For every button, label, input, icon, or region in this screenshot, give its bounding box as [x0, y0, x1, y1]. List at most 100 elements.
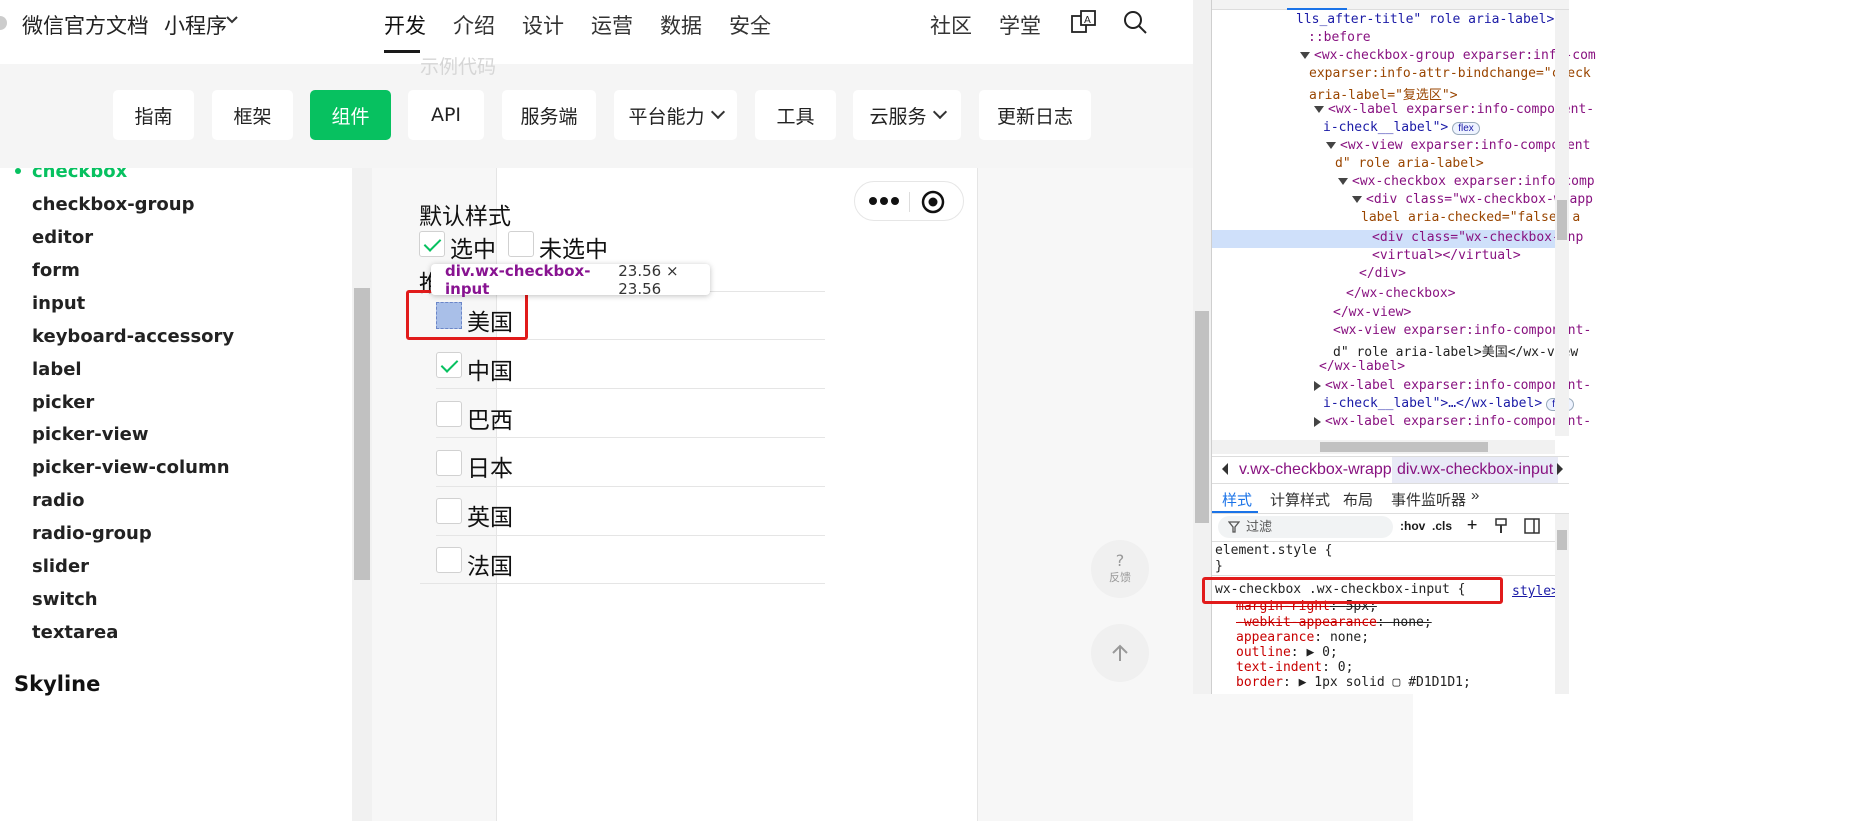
sidebar-item-label[interactable]: label: [32, 359, 82, 380]
search-icon[interactable]: [1121, 8, 1151, 38]
dom-line[interactable]: <wx-checkbox-group exparser:info-com: [1300, 48, 1596, 63]
back-to-top-button[interactable]: [1091, 624, 1149, 682]
breadcrumb-item-input[interactable]: div.wx-checkbox-input: [1392, 457, 1559, 483]
sidebar-item-picker[interactable]: picker: [32, 392, 94, 413]
nav-academy[interactable]: 学堂: [999, 10, 1041, 40]
tab-event-listeners[interactable]: 事件监听器: [1391, 489, 1466, 510]
sidebar-item-editor[interactable]: editor: [32, 227, 93, 248]
flex-badge[interactable]: flex: [1452, 122, 1480, 135]
nav-security[interactable]: 安全: [729, 10, 771, 40]
dom-line[interactable]: i-check__label"> flex: [1323, 120, 1480, 135]
collapse-triangle-icon[interactable]: [1314, 416, 1321, 427]
element-style-rule[interactable]: element.style {: [1215, 543, 1332, 558]
sidebar-item-checkbox-group[interactable]: checkbox-group: [32, 194, 195, 215]
checkbox-brazil[interactable]: [436, 401, 462, 427]
sidebar-item-textarea[interactable]: textarea: [32, 622, 118, 643]
collapse-triangle-icon[interactable]: [1314, 380, 1321, 391]
product-switcher[interactable]: 小程序: [164, 10, 227, 40]
css-declaration[interactable]: outline: ▶ 0;: [1236, 645, 1338, 660]
dom-line[interactable]: ::before: [1308, 30, 1371, 45]
styles-scrollbar-thumb[interactable]: [1557, 530, 1567, 550]
expand-triangle-icon[interactable]: [1338, 178, 1348, 185]
css-declaration[interactable]: appearance: none;: [1236, 630, 1369, 645]
css-declaration[interactable]: text-indent: 0;: [1236, 660, 1353, 675]
subnav-guide[interactable]: 指南: [113, 90, 194, 140]
dom-line[interactable]: d" role aria-label>: [1335, 156, 1484, 171]
subnav-server[interactable]: 服务端: [502, 90, 596, 140]
nav-community[interactable]: 社区: [930, 10, 972, 40]
sidebar-item-input[interactable]: input: [32, 293, 85, 314]
nav-data[interactable]: 数据: [660, 10, 702, 40]
dom-line[interactable]: <wx-view exparser:info-component: [1326, 138, 1590, 153]
dom-scrollbar-thumb[interactable]: [1557, 200, 1567, 240]
translate-icon[interactable]: A: [1069, 8, 1099, 38]
checkbox-selected[interactable]: [419, 231, 445, 257]
expand-triangle-icon[interactable]: [1326, 142, 1336, 149]
breadcrumb-item-wrapper[interactable]: v.wx-checkbox-wrapper: [1234, 457, 1411, 483]
subnav-tools[interactable]: 工具: [755, 90, 836, 140]
sidebar-item-form[interactable]: form: [32, 260, 80, 281]
subnav-components[interactable]: 组件: [310, 90, 391, 140]
expand-triangle-icon[interactable]: [1352, 196, 1362, 203]
subnav-changelog[interactable]: 更新日志: [979, 90, 1091, 140]
subnav-framework[interactable]: 框架: [212, 90, 293, 140]
dom-line[interactable]: exparser:info-attr-bindchange="check: [1309, 66, 1591, 81]
page-scrollbar-thumb[interactable]: [1195, 311, 1209, 523]
css-declaration[interactable]: border: ▶ 1px solid ▢ #D1D1D1;: [1236, 675, 1471, 690]
dom-line-selected[interactable]: <div class="wx-checkbox-inp: [1372, 230, 1583, 245]
tab-layout[interactable]: 布局: [1343, 489, 1373, 510]
sidebar-item-keyboard-accessory[interactable]: keyboard-accessory: [32, 326, 234, 347]
checkbox-france[interactable]: [436, 547, 462, 573]
checkbox-china[interactable]: [436, 352, 462, 378]
tab-computed[interactable]: 计算样式: [1270, 489, 1330, 510]
toggle-sidebar-icon[interactable]: [1524, 518, 1540, 534]
chevron-down-icon[interactable]: [226, 15, 238, 25]
subnav-cloud[interactable]: 云服务: [853, 90, 961, 140]
dom-line[interactable]: <wx-label exparser:info-component-: [1314, 102, 1594, 117]
sidebar-item-radio-group[interactable]: radio-group: [32, 523, 152, 544]
nav-dev[interactable]: 开发: [384, 10, 426, 40]
sidebar-scrollbar-thumb[interactable]: [354, 288, 370, 580]
hover-state-toggle[interactable]: :hov: [1400, 519, 1425, 533]
more-icon[interactable]: [869, 195, 899, 207]
expand-triangle-icon[interactable]: [1300, 52, 1310, 59]
dom-line[interactable]: d" role aria-label>美国</wx-view: [1333, 341, 1578, 360]
brand-title[interactable]: 微信官方文档: [22, 10, 148, 40]
sidebar-item-slider[interactable]: slider: [32, 556, 89, 577]
dom-line[interactable]: i-check__label">…</wx-label>flex: [1323, 396, 1574, 411]
more-tabs-icon[interactable]: »: [1471, 487, 1479, 504]
subnav-platform[interactable]: 平台能力: [614, 90, 737, 140]
paint-brush-icon[interactable]: [1494, 518, 1508, 534]
dom-line[interactable]: label aria-checked="false" a: [1361, 210, 1580, 225]
breadcrumb-left-arrow-icon[interactable]: [1220, 462, 1230, 476]
nav-ops[interactable]: 运营: [591, 10, 633, 40]
sidebar-item-picker-view[interactable]: picker-view: [32, 424, 149, 445]
dom-line[interactable]: <wx-view exparser:info-component-: [1333, 323, 1591, 338]
sidebar-item-checkbox[interactable]: checkbox: [32, 168, 127, 182]
nav-design[interactable]: 设计: [522, 10, 564, 40]
dom-hscroll-thumb[interactable]: [1320, 442, 1488, 452]
dom-line[interactable]: </wx-label>: [1319, 359, 1405, 374]
rule-source-link[interactable]: style>: [1512, 584, 1559, 599]
sidebar-item-picker-view-column[interactable]: picker-view-column: [32, 457, 230, 478]
css-declaration[interactable]: -webkit-appearance: none;: [1236, 615, 1432, 630]
styles-filter-input[interactable]: 过滤: [1218, 516, 1393, 538]
checkbox-japan[interactable]: [436, 450, 462, 476]
dom-line[interactable]: <virtual></virtual>: [1372, 248, 1521, 263]
dom-line[interactable]: <wx-label exparser:info-component-: [1314, 378, 1591, 393]
tab-styles[interactable]: 样式: [1222, 489, 1252, 510]
feedback-button[interactable]: ? 反馈: [1091, 540, 1149, 598]
nav-intro[interactable]: 介绍: [453, 10, 495, 40]
sidebar-item-switch[interactable]: switch: [32, 589, 98, 610]
dom-line[interactable]: </div>: [1359, 266, 1406, 281]
dom-line[interactable]: <wx-label exparser:info-component-: [1314, 414, 1591, 429]
dom-line[interactable]: </wx-view>: [1333, 305, 1411, 320]
checkbox-uk[interactable]: [436, 498, 462, 524]
dom-line[interactable]: lls_after-title" role aria-label>: [1296, 12, 1554, 27]
add-rule-icon[interactable]: +: [1467, 515, 1477, 535]
dom-line[interactable]: aria-label="复选区">: [1309, 84, 1458, 103]
expand-triangle-icon[interactable]: [1314, 106, 1324, 113]
checkbox-unselected[interactable]: [508, 231, 534, 257]
dom-line[interactable]: </wx-checkbox>: [1346, 286, 1456, 301]
subnav-api[interactable]: API: [408, 90, 484, 140]
